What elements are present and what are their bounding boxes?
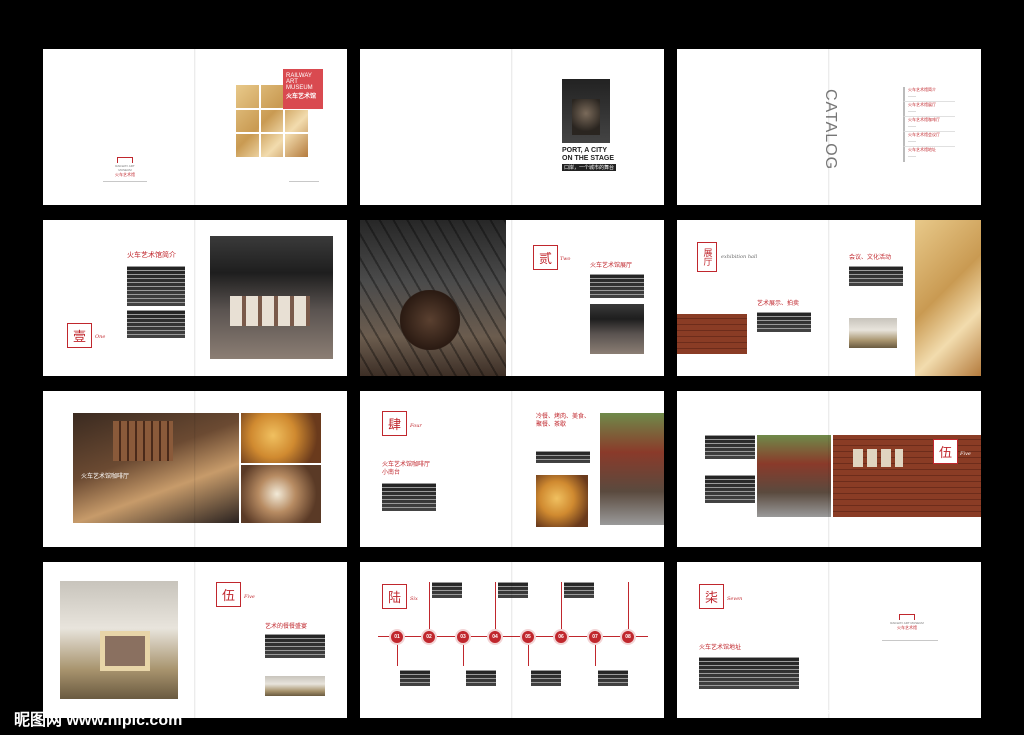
- timeline-dot: 08: [622, 631, 634, 643]
- exhibit-photo-1: [677, 314, 747, 354]
- timeline-line: [378, 636, 648, 637]
- watermark-right: ID:18077935 NO:20160603095450973000: [790, 709, 980, 720]
- hall-detail-photo: [590, 304, 644, 354]
- spread-port: PORT, A CITY ON THE STAGE 口岸，一个城市的舞台: [360, 49, 664, 205]
- spread-cover: RAILWAY ART MUSEUM 火车艺术馆 RAILWAY ART MUS…: [43, 49, 347, 205]
- sculpture-photo: [562, 79, 610, 143]
- chapter-number-sub: Seven: [727, 596, 743, 602]
- chapter-number: 肆: [382, 411, 407, 436]
- hall-heading: 火车艺术馆展厅: [590, 262, 633, 269]
- chapter-number: 伍: [933, 439, 958, 464]
- chapter-number-sub: One: [95, 334, 106, 340]
- chapter-number: 展厅: [697, 242, 717, 272]
- port-title-1: PORT, A CITY: [562, 147, 607, 154]
- timeline-dot: 07: [589, 631, 601, 643]
- seven-logo-cn: 火车艺术馆: [897, 625, 917, 630]
- five-small-photo: [265, 676, 325, 696]
- catalog-item[interactable]: 火车艺术馆展厅 ——: [903, 102, 955, 117]
- chapter-number: 贰: [533, 245, 558, 270]
- easels-photo: [915, 220, 981, 376]
- chapter-number-sub: Two: [560, 256, 571, 262]
- spread-catalog: CATALOG 火车艺术馆简介 —— 火车艺术馆展厅 —— 火车艺术馆咖啡厅 —…: [677, 49, 981, 205]
- cover-logo: RAILWAY ART MUSEUM 火车艺术馆: [111, 157, 139, 178]
- cover-logo-en: RAILWAY ART MUSEUM: [115, 164, 135, 172]
- spread-five: 伍 Five 艺术的餐餐盛宴: [43, 562, 347, 718]
- cover-logo-cn: 火车艺术馆: [115, 172, 135, 177]
- catalog-item[interactable]: 火车艺术馆简介 ——: [903, 87, 955, 102]
- chapter-number: 柒: [699, 584, 724, 609]
- timeline-dot: 06: [555, 631, 567, 643]
- spread-seven: 柒 Seven 火车艺术馆地址 RAILWAY ART MUSEUM 火车艺术馆: [677, 562, 981, 718]
- spread-hall: 贰 Two 火车艺术馆展厅: [360, 220, 664, 376]
- catalog-item[interactable]: 火车艺术馆会议厅 ——: [903, 132, 955, 147]
- exhibit-photo-2: [849, 318, 897, 348]
- watermark-left: 昵图网 www.nipic.com: [14, 712, 183, 729]
- timeline-dot: 04: [489, 631, 501, 643]
- waffle-photo: [241, 413, 321, 463]
- port-subtitle: 口岸，一个城市的舞台: [562, 164, 617, 171]
- cafe-sub-2: 聚餐、茶歇: [536, 421, 567, 428]
- cafe-interior-photo: [73, 413, 239, 523]
- gallery-photo: [210, 236, 333, 359]
- seven-heading: 火车艺术馆地址: [699, 644, 742, 651]
- train-logo-icon: [899, 614, 915, 620]
- timeline-dot: 03: [457, 631, 469, 643]
- spread-intro: 火车艺术馆简介 壹 One: [43, 220, 347, 376]
- hall-photo: [360, 220, 506, 376]
- catalog-title: CATALOG: [822, 89, 839, 171]
- port-title-2: ON THE STAGE: [562, 155, 614, 162]
- badge-line-3: 火车艺术馆: [286, 93, 317, 100]
- train-logo-icon: [117, 157, 133, 163]
- intro-heading: 火车艺术馆简介: [127, 251, 176, 259]
- chapter-number-sub: Four: [410, 423, 422, 429]
- chapter-number: 伍: [216, 582, 241, 607]
- chapter-number: 壹: [67, 323, 92, 348]
- spread-six: 陆 Six 01 02 03 04 05 06 07 08: [360, 562, 664, 718]
- chapter-number: 陆: [382, 584, 407, 609]
- exhibit-sub2: 会议、文化活动: [849, 254, 892, 261]
- badge-line-2: ART MUSEUM: [286, 79, 313, 91]
- terrace-photo: [757, 435, 831, 517]
- catalog-item[interactable]: 火车艺术馆地址 ——: [903, 147, 955, 162]
- catalog-item[interactable]: 火车艺术馆咖啡厅 ——: [903, 117, 955, 132]
- timeline-dot: 01: [391, 631, 403, 643]
- chapter-number-sub: Five: [960, 451, 971, 457]
- dish-photo: [536, 475, 588, 527]
- spread-cafe-photo: 火车艺术馆咖啡厅: [43, 391, 347, 547]
- chapter-number-sub: Six: [410, 596, 418, 602]
- spread-five-photo: 伍 Five: [677, 391, 981, 547]
- seven-logo: RAILWAY ART MUSEUM 火车艺术馆: [889, 614, 925, 631]
- cover-title-badge: RAILWAY ART MUSEUM 火车艺术馆: [283, 69, 323, 109]
- brick-wall-photo: [833, 435, 981, 517]
- chapter-number-sub: exhibition hall: [721, 254, 758, 260]
- five-heading: 艺术的餐餐盛宴: [265, 623, 308, 630]
- exhibit-sub1: 艺术展示、拍卖: [757, 300, 800, 307]
- timeline-dot: 05: [522, 631, 534, 643]
- chapter-number-sub: Five: [244, 594, 255, 600]
- intro-text: [127, 266, 185, 306]
- spread-exhibit: 展厅 exhibition hall 艺术展示、拍卖 会议、文化活动: [677, 220, 981, 376]
- cafe-heading-2: 小南台: [382, 469, 401, 476]
- catalog-list: 火车艺术馆简介 —— 火车艺术馆展厅 —— 火车艺术馆咖啡厅 —— 火车艺术馆会…: [903, 87, 955, 162]
- timeline-dot: 02: [423, 631, 435, 643]
- easel-photo: [60, 581, 178, 699]
- coffee-photo: [241, 465, 321, 523]
- cafe-photo-heading: 火车艺术馆咖啡厅: [81, 473, 130, 480]
- street-photo: [600, 413, 664, 525]
- spread-cafe: 肆 Four 火车艺术馆咖啡厅 小南台 冷餐、烤肉、美食、 聚餐、茶歇: [360, 391, 664, 547]
